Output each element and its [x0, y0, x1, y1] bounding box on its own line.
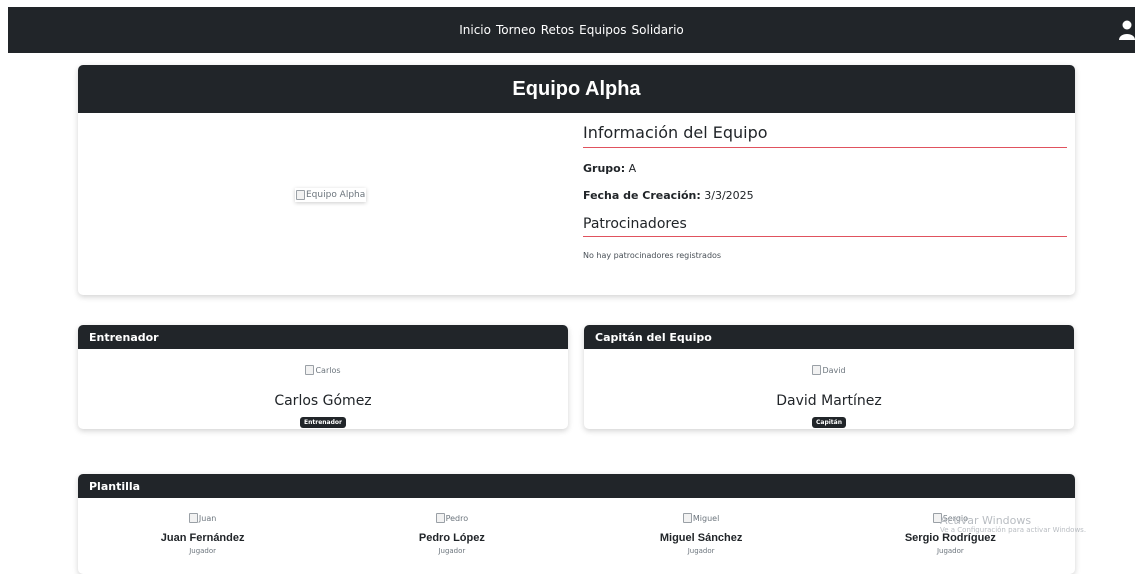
player-card: Juan Juan Fernández Jugador [83, 508, 323, 555]
squad-header-title: Plantilla [89, 479, 141, 493]
squad-list: Juan Juan Fernández Jugador Pedro Pedro … [78, 498, 1075, 555]
created-label: Fecha de Creación: [583, 189, 701, 202]
player-image: Juan [188, 513, 217, 523]
nav-link-retos[interactable]: Retos [541, 23, 574, 37]
broken-image-icon [188, 513, 198, 523]
broken-image-icon [682, 513, 692, 523]
player-role: Jugador [687, 547, 715, 555]
user-icon[interactable] [1119, 20, 1135, 40]
captain-card: Capitán del Equipo David David Martínez … [584, 325, 1074, 429]
player-name: Pedro López [418, 532, 485, 544]
captain-image-alt: David [822, 365, 846, 375]
player-image: Miguel [682, 513, 720, 523]
group-value: A [628, 162, 637, 175]
sponsors-title: Patrocinadores [583, 216, 1067, 237]
player-card: Miguel Miguel Sánchez Jugador [581, 508, 821, 555]
team-header: Equipo Alpha [78, 65, 1075, 113]
player-name: Miguel Sánchez [659, 532, 743, 544]
watermark-line-2: Ve a Configuración para activar Windows. [940, 526, 1087, 535]
player-role: Jugador [189, 547, 217, 555]
coach-image-alt: Carlos [315, 365, 341, 375]
sponsors-empty-text: No hay patrocinadores registrados [583, 251, 722, 260]
player-role: Jugador [936, 547, 964, 555]
captain-name: David Martínez [776, 393, 882, 409]
team-image: Equipo Alpha [295, 188, 367, 202]
team-title: Equipo Alpha [512, 77, 641, 100]
team-card: Equipo Alpha Equipo Alpha Información de… [78, 65, 1075, 295]
nav-link-equipos[interactable]: Equipos [579, 23, 626, 37]
broken-image-icon [305, 365, 315, 375]
team-group: Grupo: A [583, 162, 1067, 175]
coach-header-title: Entrenador [89, 330, 159, 344]
player-image: Pedro [435, 513, 469, 523]
captain-badge: Capitán [812, 417, 846, 428]
player-image-alt: Pedro [445, 513, 469, 523]
coach-name: Carlos Gómez [274, 393, 372, 409]
squad-card: Plantilla Juan Juan Fernández Jugador Pe… [78, 474, 1075, 574]
player-image-alt: Juan [198, 513, 217, 523]
broken-image-icon [812, 365, 822, 375]
player-card: Pedro Pedro López Jugador [332, 508, 572, 555]
nav-link-solidario[interactable]: Solidario [632, 23, 684, 37]
top-navbar: Inicio Torneo Retos Equipos Solidario [8, 7, 1135, 53]
coach-image: Carlos [305, 365, 341, 375]
coach-card: Entrenador Carlos Carlos Gómez Entrenado… [78, 325, 568, 429]
squad-card-header: Plantilla [78, 474, 1075, 498]
broken-image-icon [296, 190, 305, 200]
created-value: 3/3/2025 [704, 189, 754, 202]
team-created: Fecha de Creación: 3/3/2025 [583, 189, 1067, 202]
team-info: Información del Equipo Grupo: A Fecha de… [583, 123, 1067, 260]
nav-link-torneo[interactable]: Torneo [496, 23, 536, 37]
coach-card-header: Entrenador [78, 325, 568, 349]
coach-body: Carlos Carlos Gómez Entrenador [78, 349, 568, 428]
captain-card-header: Capitán del Equipo [584, 325, 1074, 349]
captain-image: David [812, 365, 846, 375]
team-image-alt: Equipo Alpha [306, 190, 366, 200]
nav-link-inicio[interactable]: Inicio [459, 23, 491, 37]
team-info-title: Información del Equipo [583, 123, 1067, 148]
player-image-alt: Miguel [692, 513, 720, 523]
group-label: Grupo: [583, 162, 626, 175]
captain-body: David David Martínez Capitán [584, 349, 1074, 428]
player-role: Jugador [438, 547, 466, 555]
main-nav: Inicio Torneo Retos Equipos Solidario [8, 7, 1135, 53]
player-name: Juan Fernández [160, 532, 245, 544]
broken-image-icon [435, 513, 445, 523]
coach-badge: Entrenador [300, 417, 346, 428]
windows-activation-watermark: Activar Windows Ve a Configuración para … [940, 514, 1087, 535]
captain-header-title: Capitán del Equipo [595, 330, 712, 344]
